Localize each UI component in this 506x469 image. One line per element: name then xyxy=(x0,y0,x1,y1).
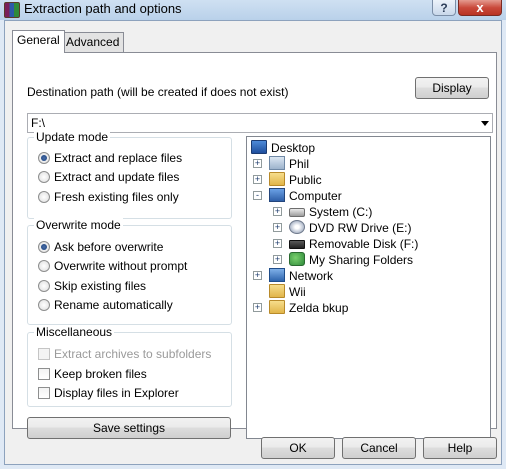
option-label: Extract and replace files xyxy=(54,151,183,165)
expand-icon[interactable]: + xyxy=(273,223,282,232)
tree-item-label: Desktop xyxy=(271,141,316,155)
update-mode-title: Update mode xyxy=(34,130,111,144)
update-mode-group: Update mode Extract and replace files Ex… xyxy=(27,130,232,219)
removable-disk-icon xyxy=(289,240,305,249)
miscellaneous-group: Miscellaneous Extract archives to subfol… xyxy=(27,325,232,407)
expand-icon[interactable]: + xyxy=(253,303,262,312)
overwrite-mode-group: Overwrite mode Ask before overwrite Over… xyxy=(27,218,232,325)
folder-tree[interactable]: Desktop + Phil + Public - Computer + Sys… xyxy=(246,136,491,439)
checkbox xyxy=(38,348,50,360)
computer-icon xyxy=(269,188,285,202)
tree-item-label: Phil xyxy=(289,157,310,171)
folder-icon xyxy=(269,300,285,314)
tree-item-label: Network xyxy=(289,269,334,283)
general-tab-panel: Destination path (will be created if doe… xyxy=(12,52,497,439)
checkbox[interactable] xyxy=(38,368,50,380)
option-label: Display files in Explorer xyxy=(54,386,179,400)
tab-general[interactable]: General xyxy=(12,30,65,53)
expand-icon[interactable]: + xyxy=(253,175,262,184)
folder-icon xyxy=(269,284,285,298)
dialog-body: General Advanced Destination path (will … xyxy=(4,20,502,465)
radio-button[interactable] xyxy=(38,191,50,203)
title-help-button[interactable]: ? xyxy=(432,0,456,16)
expand-icon[interactable]: + xyxy=(273,255,282,264)
dvd-drive-icon xyxy=(289,220,305,234)
radio-button[interactable] xyxy=(38,152,50,164)
option-label: Extract and update files xyxy=(54,170,180,184)
expand-icon[interactable]: + xyxy=(253,271,262,280)
tree-item-label: Computer xyxy=(289,189,342,203)
destination-path-label: Destination path (will be created if doe… xyxy=(27,85,289,99)
user-folder-icon xyxy=(269,156,285,170)
radio-button[interactable] xyxy=(38,280,50,292)
option-label: Fresh existing files only xyxy=(54,190,179,204)
option-label: Skip existing files xyxy=(54,279,147,293)
title-bar: Extraction path and options ? x xyxy=(0,0,506,20)
destination-path-value: F:\ xyxy=(31,116,45,130)
close-icon: x xyxy=(476,0,484,15)
tree-item-label: Removable Disk (F:) xyxy=(309,237,419,251)
option-label: Rename automatically xyxy=(54,298,173,312)
tree-item-label: Zelda bkup xyxy=(289,301,349,315)
window-title: Extraction path and options xyxy=(24,1,182,16)
option-label: Overwrite without prompt xyxy=(54,259,188,273)
radio-button[interactable] xyxy=(38,171,50,183)
desktop-icon xyxy=(251,140,267,154)
tab-advanced[interactable]: Advanced xyxy=(61,32,125,52)
dropdown-arrow-icon[interactable] xyxy=(481,121,489,126)
tree-item-label: Public xyxy=(289,173,322,187)
tree-item-label: Wii xyxy=(289,285,306,299)
expand-icon[interactable]: + xyxy=(273,239,282,248)
hard-drive-icon xyxy=(289,208,305,217)
overwrite-mode-title: Overwrite mode xyxy=(34,218,123,232)
winrar-icon xyxy=(4,2,20,18)
radio-button[interactable] xyxy=(38,299,50,311)
tree-item-label: DVD RW Drive (E:) xyxy=(309,221,412,235)
save-settings-button[interactable]: Save settings xyxy=(27,417,231,439)
checkbox[interactable] xyxy=(38,387,50,399)
option-label: Ask before overwrite xyxy=(54,240,164,254)
folder-icon xyxy=(269,172,285,186)
network-icon xyxy=(269,268,285,282)
miscellaneous-title: Miscellaneous xyxy=(34,325,115,339)
close-button[interactable]: x xyxy=(458,0,502,16)
radio-button[interactable] xyxy=(38,241,50,253)
help-button[interactable]: Help xyxy=(423,437,497,459)
sharing-folder-icon xyxy=(289,252,305,266)
tree-item-label: My Sharing Folders xyxy=(309,253,414,267)
option-label: Keep broken files xyxy=(54,367,147,381)
ok-button[interactable]: OK xyxy=(261,437,335,459)
cancel-button[interactable]: Cancel xyxy=(342,437,416,459)
option-label: Extract archives to subfolders xyxy=(54,347,212,361)
collapse-icon[interactable]: - xyxy=(253,191,262,200)
expand-icon[interactable]: + xyxy=(253,159,262,168)
display-button[interactable]: Display xyxy=(415,77,489,99)
tree-item-label: System (C:) xyxy=(309,205,373,219)
radio-button[interactable] xyxy=(38,260,50,272)
expand-icon[interactable]: + xyxy=(273,207,282,216)
